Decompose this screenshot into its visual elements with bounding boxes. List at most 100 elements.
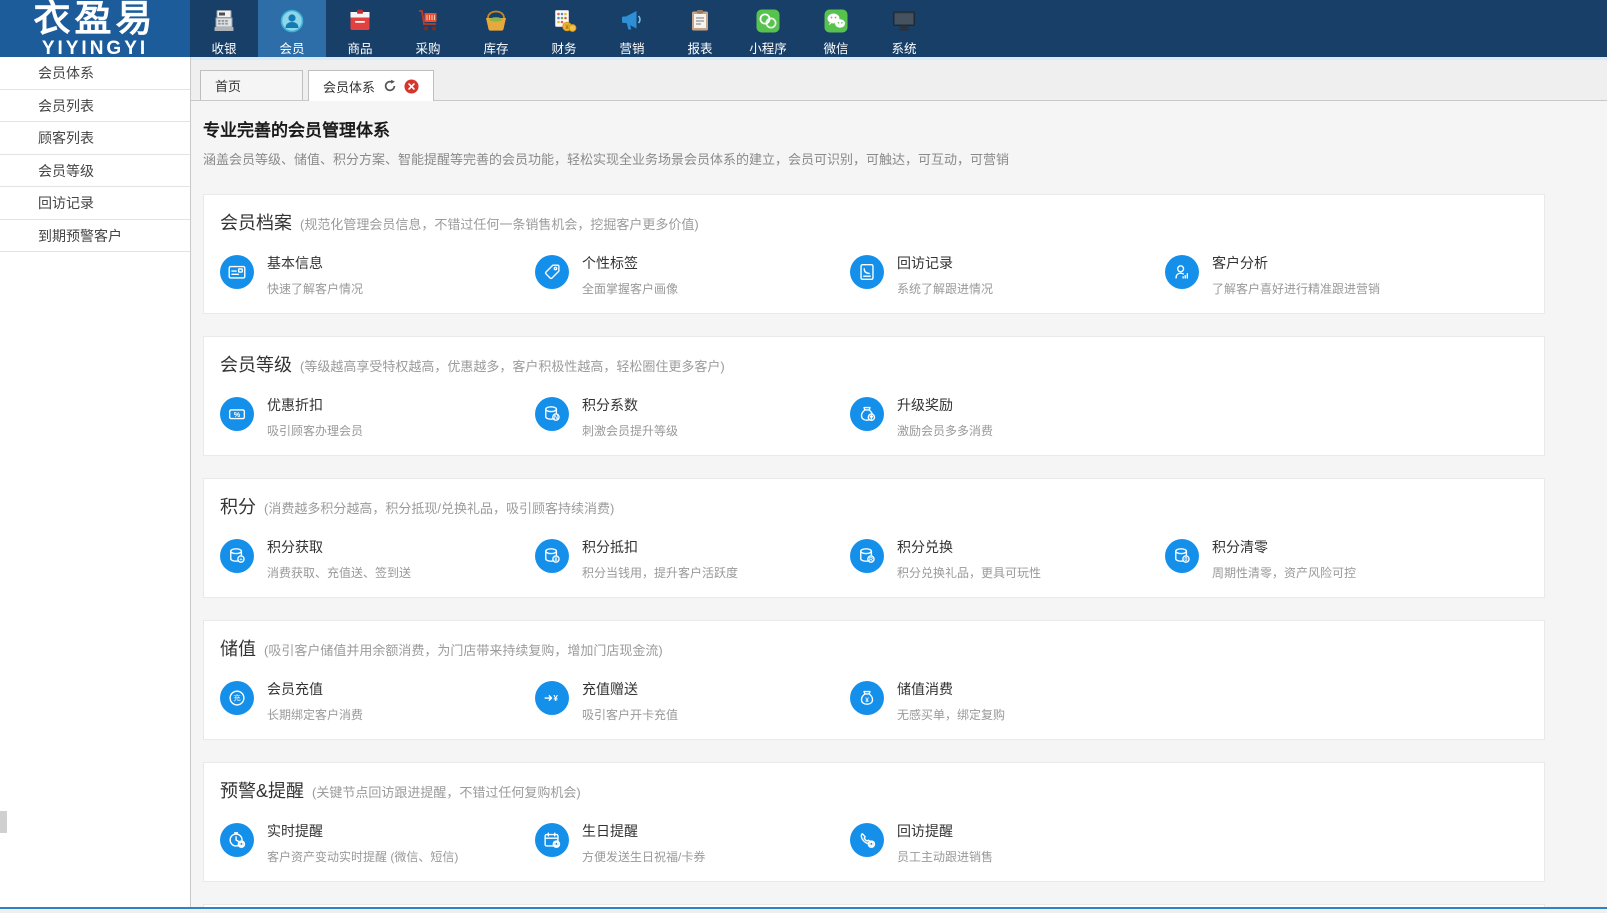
sidebar-item-member-list[interactable]: 会员列表 (0, 90, 190, 123)
nav-item-label: 小程序 (749, 38, 787, 57)
nav-item-wechat[interactable]: 微信 (802, 0, 870, 57)
tab-home[interactable]: 首页 (200, 70, 303, 100)
card-title: 回访提醒 (897, 821, 993, 841)
close-icon[interactable] (404, 79, 419, 94)
nav-item-label: 报表 (687, 38, 712, 57)
birthday-remind-icon (535, 823, 569, 857)
main-area: 首页会员体系 专业完善的会员管理体系 涵盖会员等级、储值、积分方案、智能提醒等完… (191, 57, 1607, 913)
sidebar: 会员体系会员列表顾客列表会员等级回访记录到期预警客户 (0, 57, 191, 913)
report-icon (685, 6, 715, 36)
section-header: 积分(消费越多积分越高，积分抵现/兑换礼品，吸引顾客持续消费) (220, 493, 1544, 519)
nav-item-report[interactable]: 报表 (666, 0, 734, 57)
card-desc: 吸引顾客办理会员 (267, 422, 363, 439)
card-title: 积分兑换 (897, 537, 1041, 557)
nav-item-marketing[interactable]: 营销 (598, 0, 666, 57)
feature-card[interactable]: N积分系数刺激会员提升等级 (535, 395, 850, 439)
app-logo[interactable]: 衣盈易 YIYINGYI (0, 0, 190, 57)
feature-card[interactable]: 0积分清零周期性清零，资产风险可控 (1165, 537, 1480, 581)
nav-item-miniprogram[interactable]: 小程序 (734, 0, 802, 57)
nav-item-label: 商品 (347, 38, 372, 57)
feature-card[interactable]: 实时提醒客户资产变动实时提醒 (微信、短信) (220, 821, 535, 865)
nav-item-label: 营销 (619, 38, 644, 57)
points-deduct-icon: ¥ (535, 539, 569, 573)
customer-analysis-icon (1165, 255, 1199, 289)
tab-bar: 首页 会员体系 (191, 57, 1607, 101)
inventory-icon (481, 6, 511, 36)
sidebar-item-visit-records[interactable]: 回访记录 (0, 187, 190, 220)
sidebar-item-customer-list[interactable]: 顾客列表 (0, 122, 190, 155)
refresh-icon[interactable] (383, 79, 397, 93)
nav-item-finance[interactable]: ¥财务 (530, 0, 598, 57)
feature-card[interactable]: % 优惠折扣吸引顾客办理会员 (220, 395, 535, 439)
card-desc: 员工主动跟进销售 (897, 848, 993, 865)
card-title: 客户分析 (1212, 253, 1380, 273)
member-icon (277, 6, 307, 36)
tab-label: 会员体系 (323, 77, 375, 96)
card-desc: 吸引客户开卡充值 (582, 706, 678, 723)
nav-item-purchase[interactable]: 采购 (394, 0, 462, 57)
svg-text:%: % (234, 410, 241, 419)
sidebar-items: 会员体系会员列表顾客列表会员等级回访记录到期预警客户 (0, 57, 190, 252)
card-text: 储值消费无感买单，绑定复购 (897, 679, 1005, 723)
card-title: 积分系数 (582, 395, 678, 415)
feature-card[interactable]: 个性标签全面掌握客户画像 (535, 253, 850, 297)
horizontal-scrollbar[interactable] (0, 907, 1607, 913)
sidebar-item-expiry-warning[interactable]: 到期预警客户 (0, 220, 190, 253)
sidebar-scrollbar-thumb[interactable] (0, 811, 7, 833)
feature-card[interactable]: ¥储值消费无感买单，绑定复购 (850, 679, 1165, 723)
nav-item-cashier[interactable]: 收银 (190, 0, 258, 57)
card-title: 优惠折扣 (267, 395, 363, 415)
sidebar-item-member-system[interactable]: 会员体系 (0, 57, 190, 90)
feature-card[interactable]: R积分兑换积分兑换礼品，更具可玩性 (850, 537, 1165, 581)
feature-card[interactable]: 回访提醒员工主动跟进销售 (850, 821, 1165, 865)
card-text: 充值赠送吸引客户开卡充值 (582, 679, 678, 723)
card-desc: 激励会员多多消费 (897, 422, 993, 439)
section-note: (关键节点回访跟进提醒，不错过任何复购机会) (312, 782, 581, 801)
card-text: 回访记录系统了解跟进情况 (897, 253, 993, 297)
points-exchange-icon: R (850, 539, 884, 573)
finance-icon: ¥ (549, 6, 579, 36)
page-title: 专业完善的会员管理体系 (203, 116, 1607, 141)
card-list: 充会员充值长期绑定客户消费¥ 充值赠送吸引客户开卡充值 ¥储值消费无感买单，绑定复购 (220, 679, 1544, 723)
card-text: 积分系数刺激会员提升等级 (582, 395, 678, 439)
nav-item-inventory[interactable]: 库存 (462, 0, 530, 57)
card-text: 生日提醒方便发送生日祝福/卡券 (582, 821, 705, 865)
section-points: 积分(消费越多积分越高，积分抵现/兑换礼品，吸引顾客持续消费)+积分获取消费获取… (203, 478, 1545, 598)
feature-card[interactable]: 生日提醒方便发送生日祝福/卡券 (535, 821, 850, 865)
card-desc: 系统了解跟进情况 (897, 280, 993, 297)
tab-label: 首页 (215, 76, 241, 95)
card-text: 基本信息快速了解客户情况 (267, 253, 363, 297)
nav-item-goods[interactable]: 商品 (326, 0, 394, 57)
feature-card[interactable]: 充会员充值长期绑定客户消费 (220, 679, 535, 723)
visit-record-icon (850, 255, 884, 289)
card-title: 积分获取 (267, 537, 411, 557)
card-title: 升级奖励 (897, 395, 993, 415)
nav-item-member[interactable]: 会员 (258, 0, 326, 57)
card-list: % 优惠折扣吸引顾客办理会员 N积分系数刺激会员提升等级 升级奖励激励会员多多消费 (220, 395, 1544, 439)
feature-card[interactable]: ¥ 充值赠送吸引客户开卡充值 (535, 679, 850, 723)
upgrade-reward-icon (850, 397, 884, 431)
feature-card[interactable]: 升级奖励激励会员多多消费 (850, 395, 1165, 439)
card-text: 升级奖励激励会员多多消费 (897, 395, 993, 439)
nav-item-label: 会员 (279, 38, 304, 57)
card-text: 回访提醒员工主动跟进销售 (897, 821, 993, 865)
cashier-icon (209, 6, 239, 36)
nav-item-system[interactable]: 系统 (870, 0, 938, 57)
marketing-icon (617, 6, 647, 36)
svg-text:R: R (869, 557, 873, 563)
nav-item-label: 采购 (415, 38, 440, 57)
tab-member-system[interactable]: 会员体系 (308, 70, 434, 101)
feature-card[interactable]: 回访记录系统了解跟进情况 (850, 253, 1165, 297)
system-icon (889, 6, 919, 36)
feature-card[interactable]: 基本信息快速了解客户情况 (220, 253, 535, 297)
realtime-remind-icon (220, 823, 254, 857)
card-desc: 积分当钱用，提升客户活跃度 (582, 564, 738, 581)
recharge-gift-icon: ¥ (535, 681, 569, 715)
points-earn-icon: + (220, 539, 254, 573)
feature-card[interactable]: +积分获取消费获取、充值送、签到送 (220, 537, 535, 581)
feature-card[interactable]: ¥积分抵扣积分当钱用，提升客户活跃度 (535, 537, 850, 581)
card-list: +积分获取消费获取、充值送、签到送¥积分抵扣积分当钱用，提升客户活跃度R积分兑换… (220, 537, 1544, 581)
feature-card[interactable]: 客户分析了解客户喜好进行精准跟进营销 (1165, 253, 1480, 297)
sidebar-item-member-level[interactable]: 会员等级 (0, 155, 190, 188)
member-recharge-icon: 充 (220, 681, 254, 715)
